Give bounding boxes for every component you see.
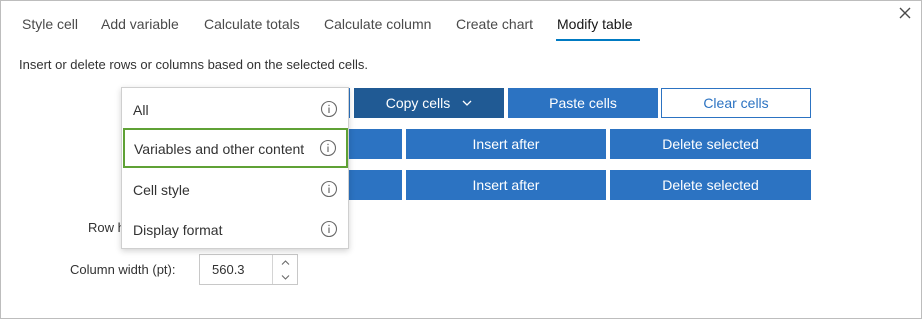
- menu-item-display-format[interactable]: Display format: [122, 209, 348, 249]
- menu-item-label: Display format: [133, 222, 223, 238]
- tab-add-variable[interactable]: Add variable: [101, 15, 179, 33]
- active-tab-indicator: [556, 39, 640, 41]
- copy-cells-menu: All Variables and other content Cell sty…: [121, 87, 349, 249]
- decrement-button[interactable]: [273, 270, 297, 284]
- info-icon[interactable]: [320, 180, 338, 198]
- close-icon[interactable]: [897, 5, 913, 21]
- clear-cells-button[interactable]: Clear cells: [661, 88, 811, 118]
- chevron-up-icon: [281, 259, 289, 265]
- info-icon[interactable]: [320, 100, 338, 118]
- menu-item-cell-style[interactable]: Cell style: [122, 169, 348, 209]
- menu-item-label: All: [133, 102, 149, 118]
- tab-create-chart[interactable]: Create chart: [456, 15, 533, 33]
- tab-modify-table[interactable]: Modify table: [557, 15, 632, 33]
- menu-item-all[interactable]: All: [122, 89, 348, 129]
- tab-calculate-totals[interactable]: Calculate totals: [204, 15, 300, 33]
- delete-selected-rows-button[interactable]: Delete selected: [610, 129, 811, 159]
- info-icon[interactable]: [320, 220, 338, 238]
- menu-item-label: Cell style: [133, 182, 190, 198]
- column-width-value[interactable]: 560.3: [212, 262, 245, 277]
- info-icon[interactable]: [319, 139, 337, 157]
- chevron-down-icon: [281, 274, 289, 280]
- delete-selected-columns-button[interactable]: Delete selected: [610, 170, 811, 200]
- menu-item-label: Variables and other content: [134, 141, 305, 157]
- insert-column-after-button[interactable]: Insert after: [406, 170, 606, 200]
- menu-item-variables-and-other-content[interactable]: Variables and other content: [123, 128, 348, 168]
- insert-row-after-button[interactable]: Insert after: [406, 129, 606, 159]
- tab-calculate-column[interactable]: Calculate column: [324, 15, 431, 33]
- column-width-label: Column width (pt):: [70, 262, 176, 277]
- copy-cells-button[interactable]: Copy cells: [354, 88, 504, 118]
- modify-table-panel: Style cell Add variable Calculate totals…: [0, 0, 922, 319]
- column-width-input[interactable]: 560.3: [199, 254, 298, 285]
- paste-cells-button[interactable]: Paste cells: [508, 88, 658, 118]
- copy-cells-label: Copy cells: [385, 95, 451, 111]
- tab-style-cell[interactable]: Style cell: [22, 15, 78, 33]
- chevron-down-icon: [462, 100, 472, 106]
- increment-button[interactable]: [273, 255, 297, 269]
- description-text: Insert or delete rows or columns based o…: [19, 57, 369, 72]
- row-height-label: Row h: [88, 220, 125, 235]
